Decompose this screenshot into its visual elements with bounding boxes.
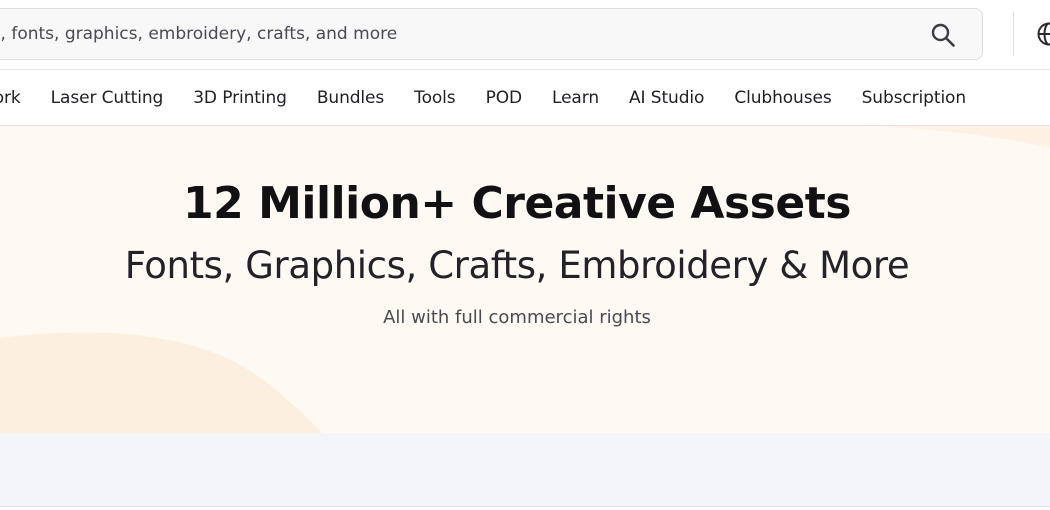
hero-subtitle: Fonts, Graphics, Crafts, Embroidery & Mo… bbox=[124, 244, 910, 287]
globe-icon[interactable] bbox=[1036, 21, 1050, 47]
hero-banner: 12 Million+ Creative Assets Fonts, Graph… bbox=[0, 126, 1050, 433]
hero-tagline: All with full commercial rights bbox=[383, 307, 651, 328]
nav-item-subscription[interactable]: Subscription bbox=[862, 88, 967, 108]
nav-list: Work Laser Cutting 3D Printing Bundles T… bbox=[0, 70, 996, 126]
category-nav: Work Laser Cutting 3D Printing Bundles T… bbox=[0, 70, 1050, 126]
page: Work Laser Cutting 3D Printing Bundles T… bbox=[0, 0, 1050, 510]
header bbox=[0, 0, 1050, 70]
search-bar bbox=[0, 8, 983, 60]
nav-item-laser-cutting[interactable]: Laser Cutting bbox=[51, 88, 164, 108]
header-divider bbox=[1013, 12, 1014, 56]
search-icon[interactable] bbox=[930, 22, 956, 48]
nav-item-bundles[interactable]: Bundles bbox=[317, 88, 384, 108]
nav-item-ai-studio[interactable]: AI Studio bbox=[629, 88, 704, 108]
nav-item-clubhouses[interactable]: Clubhouses bbox=[734, 88, 831, 108]
nav-item-tools[interactable]: Tools bbox=[414, 88, 455, 108]
search-input[interactable] bbox=[0, 9, 921, 59]
hero-title: 12 Million+ Creative Assets bbox=[183, 178, 851, 229]
nav-item-work[interactable]: Work bbox=[0, 88, 21, 108]
nav-item-learn[interactable]: Learn bbox=[552, 88, 599, 108]
content-band bbox=[0, 433, 1050, 507]
nav-item-pod[interactable]: POD bbox=[486, 88, 523, 108]
nav-item-3d-printing[interactable]: 3D Printing bbox=[193, 88, 287, 108]
